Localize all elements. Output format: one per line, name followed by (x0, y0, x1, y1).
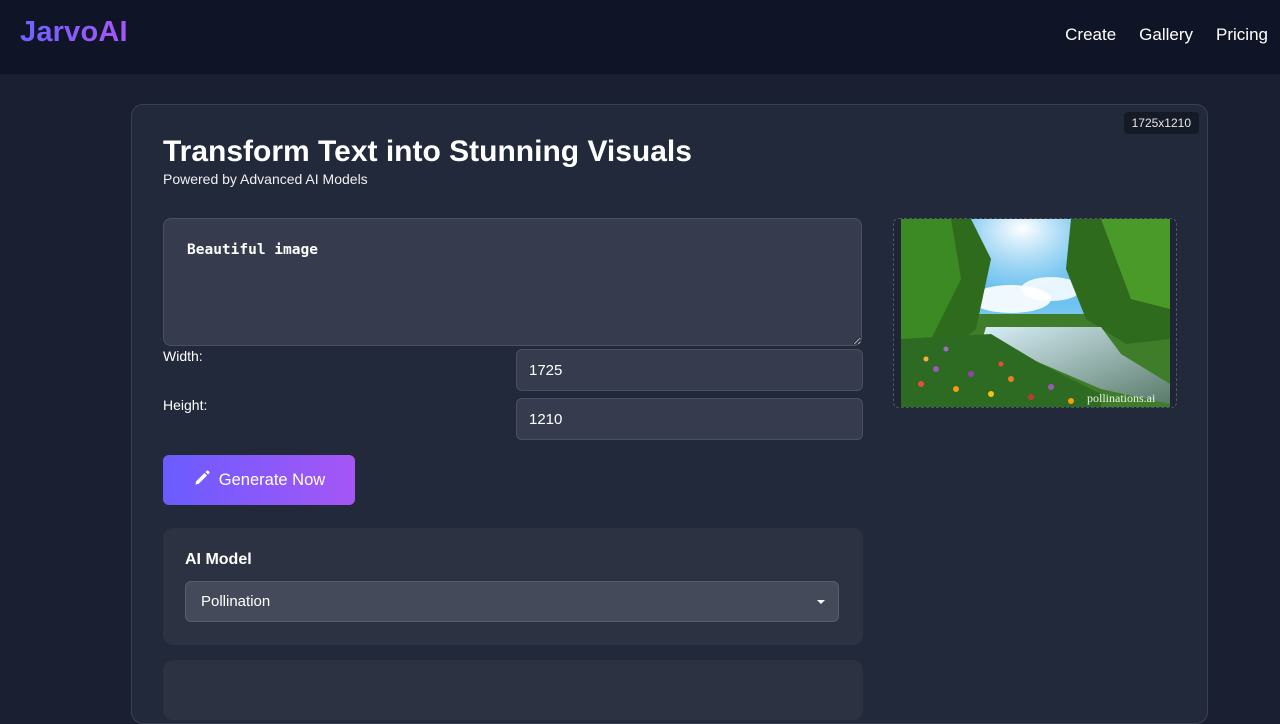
nav-link-gallery[interactable]: Gallery (1139, 25, 1193, 45)
next-options-panel (163, 660, 863, 720)
nav-link-create[interactable]: Create (1065, 25, 1116, 45)
top-navigation-bar: JarvoAI Create Gallery Pricing (0, 0, 1280, 74)
width-input[interactable] (516, 349, 863, 391)
brand-logo[interactable]: JarvoAI (20, 16, 128, 49)
width-label: Width: (163, 348, 203, 364)
pencil-icon (193, 469, 211, 492)
height-label: Height: (163, 397, 208, 413)
generated-image-preview[interactable]: pollinations.ai (893, 218, 1177, 408)
generate-button[interactable]: Generate Now (163, 455, 355, 505)
prompt-input[interactable]: Beautiful image (163, 218, 862, 346)
height-input[interactable] (516, 398, 863, 440)
generate-button-label: Generate Now (218, 470, 326, 489)
ai-model-panel: AI Model Pollination (163, 528, 863, 645)
dimension-badge: 1725x1210 (1123, 112, 1199, 134)
generator-card: 1725x1210 Transform Text into Stunning V… (131, 104, 1208, 724)
ai-model-select[interactable]: Pollination (185, 581, 839, 622)
image-watermark: pollinations.ai (1087, 391, 1156, 405)
page-title: Transform Text into Stunning Visuals (163, 135, 692, 168)
ai-model-title: AI Model (185, 551, 252, 568)
page-subtitle: Powered by Advanced AI Models (163, 171, 368, 187)
landscape-image: pollinations.ai (901, 219, 1170, 407)
chevron-down-icon (817, 599, 825, 604)
nav-links: Create Gallery Pricing (1065, 25, 1268, 45)
ai-model-selected: Pollination (201, 593, 271, 610)
nav-link-pricing[interactable]: Pricing (1216, 25, 1268, 45)
